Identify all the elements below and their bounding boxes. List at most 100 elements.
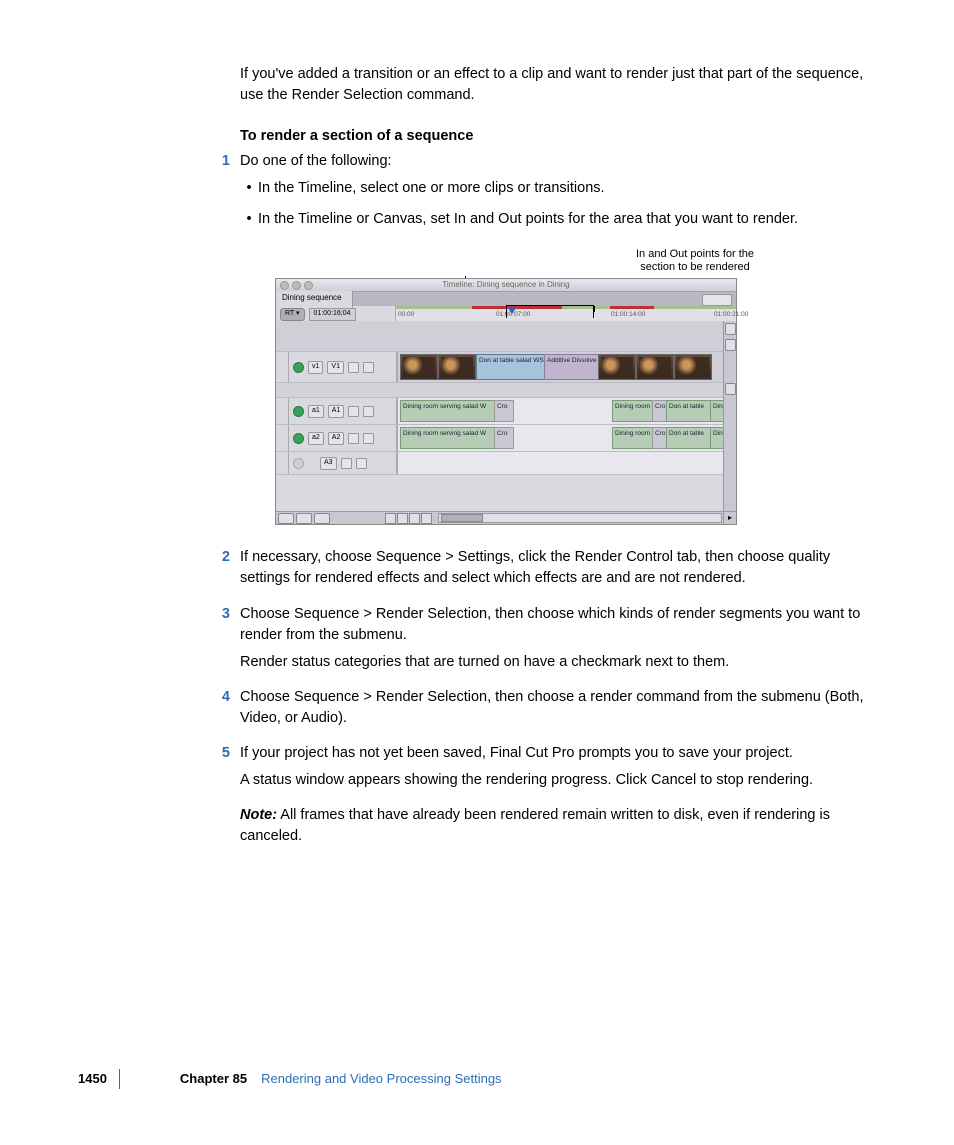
- track-body[interactable]: Dining room serving salad W Cro Dining r…: [397, 398, 724, 424]
- zoom-slider[interactable]: [725, 339, 736, 351]
- chapter-title: Rendering and Video Processing Settings: [261, 1070, 501, 1089]
- step-number: 4: [80, 687, 240, 729]
- scroll-arrow-icon[interactable]: ▸: [723, 512, 736, 524]
- page-number: 1450: [78, 1070, 119, 1089]
- auto-select-icon[interactable]: [363, 433, 374, 444]
- in-out-markers[interactable]: [506, 305, 594, 318]
- rt-menu[interactable]: RT ▾: [280, 308, 305, 320]
- dest-v1[interactable]: V1: [327, 361, 344, 373]
- auto-select-icon[interactable]: [363, 362, 374, 373]
- audio-clip[interactable]: Dining room serving salad W: [400, 427, 498, 449]
- source-v1[interactable]: v1: [308, 361, 323, 373]
- render-bar: [610, 306, 654, 309]
- video-clip[interactable]: [598, 354, 636, 380]
- lock-icon[interactable]: [348, 433, 359, 444]
- lock-icon[interactable]: [348, 406, 359, 417]
- traffic-lights[interactable]: [280, 281, 313, 290]
- track-height-icon[interactable]: [421, 513, 432, 524]
- visibility-toggle-icon[interactable]: [293, 362, 304, 373]
- audio-clip[interactable]: Dini: [710, 400, 724, 422]
- toggle-button[interactable]: [314, 513, 330, 524]
- timeline-window: Timeline: Dining sequence in Dining Dini…: [275, 278, 737, 525]
- note-paragraph: Note: All frames that have already been …: [80, 805, 874, 847]
- audio-clip[interactable]: Dini: [710, 427, 724, 449]
- dest-a2[interactable]: A2: [328, 432, 345, 444]
- figure-callout: In and Out points for the section to be …: [80, 248, 874, 274]
- video-clip[interactable]: [674, 354, 712, 380]
- time-ruler[interactable]: 00:00 01:00:07:00 01:00:14:00 01:00:21:0…: [395, 306, 736, 322]
- transition-clip[interactable]: Additive Dissolve: [544, 354, 602, 380]
- lock-icon[interactable]: [348, 362, 359, 373]
- list-item: • In the Timeline or Canvas, set In and …: [240, 209, 874, 230]
- zoom-slider[interactable]: [725, 383, 736, 395]
- step-2: 2 If necessary, choose Sequence > Settin…: [80, 547, 874, 589]
- video-clip[interactable]: [438, 354, 476, 380]
- audio-clip[interactable]: Don at table: [666, 400, 714, 422]
- section-heading: To render a section of a sequence: [80, 126, 874, 147]
- bullet-list: • In the Timeline, select one or more cl…: [80, 178, 874, 230]
- step-text: Do one of the following:: [240, 151, 874, 172]
- toggle-button[interactable]: [296, 513, 312, 524]
- track-header[interactable]: A3: [289, 452, 397, 474]
- toggle-button[interactable]: [278, 513, 294, 524]
- lock-icon[interactable]: [341, 458, 352, 469]
- dest-a1[interactable]: A1: [328, 405, 345, 417]
- video-clip[interactable]: [400, 354, 438, 380]
- track-header[interactable]: v1 V1: [289, 352, 397, 382]
- audio-transition[interactable]: Cro: [494, 400, 514, 422]
- source-a1[interactable]: a1: [308, 405, 324, 417]
- step-text: If necessary, choose Sequence > Settings…: [240, 547, 874, 589]
- track-height-icon[interactable]: [385, 513, 396, 524]
- step-sub-paragraph: Render status categories that are turned…: [80, 652, 874, 673]
- timecode-field[interactable]: 01:00:16;04: [309, 308, 356, 320]
- layout-icons[interactable]: [383, 512, 434, 524]
- auto-select-icon[interactable]: [363, 406, 374, 417]
- vertical-scrollbar[interactable]: [723, 321, 736, 512]
- track-header[interactable]: a2 A2: [289, 425, 397, 451]
- dest-a3[interactable]: A3: [320, 457, 337, 469]
- step-number: 3: [80, 604, 240, 646]
- audio-track-row: a2 A2 Dining room serving salad W Cro Di…: [276, 425, 724, 452]
- toggle-buttons[interactable]: [276, 512, 383, 524]
- track-divider: [276, 383, 724, 398]
- step-5: 5 If your project has not yet been saved…: [80, 743, 874, 764]
- auto-select-icon[interactable]: [356, 458, 367, 469]
- step-number: 5: [80, 743, 240, 764]
- video-clip[interactable]: Don at table salad WS: [476, 354, 548, 380]
- tab-bar[interactable]: Dining sequence: [276, 292, 736, 306]
- audio-clip[interactable]: Dining room serving salad W: [400, 400, 498, 422]
- track-body[interactable]: Dining room serving salad W Cro Dining r…: [397, 425, 724, 451]
- audible-toggle-icon[interactable]: [293, 433, 304, 444]
- audio-transition[interactable]: Cro: [494, 427, 514, 449]
- scroll-thumb[interactable]: [441, 514, 483, 522]
- step-number: 2: [80, 547, 240, 589]
- track-height-icon[interactable]: [409, 513, 420, 524]
- window-title: Timeline: Dining sequence in Dining: [442, 280, 569, 289]
- bottom-toolbar: ▸: [276, 511, 736, 524]
- bullet-icon: •: [240, 178, 258, 199]
- audio-clip[interactable]: Dining room: [612, 427, 656, 449]
- step-text: Choose Sequence > Render Selection, then…: [240, 687, 874, 729]
- source-a2[interactable]: a2: [308, 432, 324, 444]
- intro-paragraph: If you've added a transition or an effec…: [80, 64, 874, 106]
- note-label: Note:: [240, 807, 277, 823]
- playhead-icon[interactable]: [508, 308, 516, 314]
- sequence-tab[interactable]: Dining sequence: [276, 291, 353, 308]
- track-body[interactable]: [397, 452, 724, 474]
- audible-toggle-icon[interactable]: [293, 406, 304, 417]
- audio-clip[interactable]: Dining room: [612, 400, 656, 422]
- audible-toggle-icon[interactable]: [293, 458, 304, 469]
- scroll-arrow-icon[interactable]: [725, 323, 736, 335]
- track-header[interactable]: a1 A1: [289, 398, 397, 424]
- audio-clip[interactable]: Don at table: [666, 427, 714, 449]
- track-height-icon[interactable]: [397, 513, 408, 524]
- video-track-row: v1 V1 Don at table salad WS Additive Dis…: [276, 352, 724, 383]
- step-number: 1: [80, 151, 240, 172]
- track-body[interactable]: Don at table salad WS Additive Dissolve: [397, 352, 724, 382]
- horizontal-scrollbar[interactable]: [438, 513, 722, 523]
- track-spacer: [276, 321, 724, 352]
- toolbar-button[interactable]: [702, 294, 732, 306]
- step-text: Choose Sequence > Render Selection, then…: [240, 604, 874, 646]
- video-clip[interactable]: [636, 354, 674, 380]
- note-text: All frames that have already been render…: [240, 807, 830, 844]
